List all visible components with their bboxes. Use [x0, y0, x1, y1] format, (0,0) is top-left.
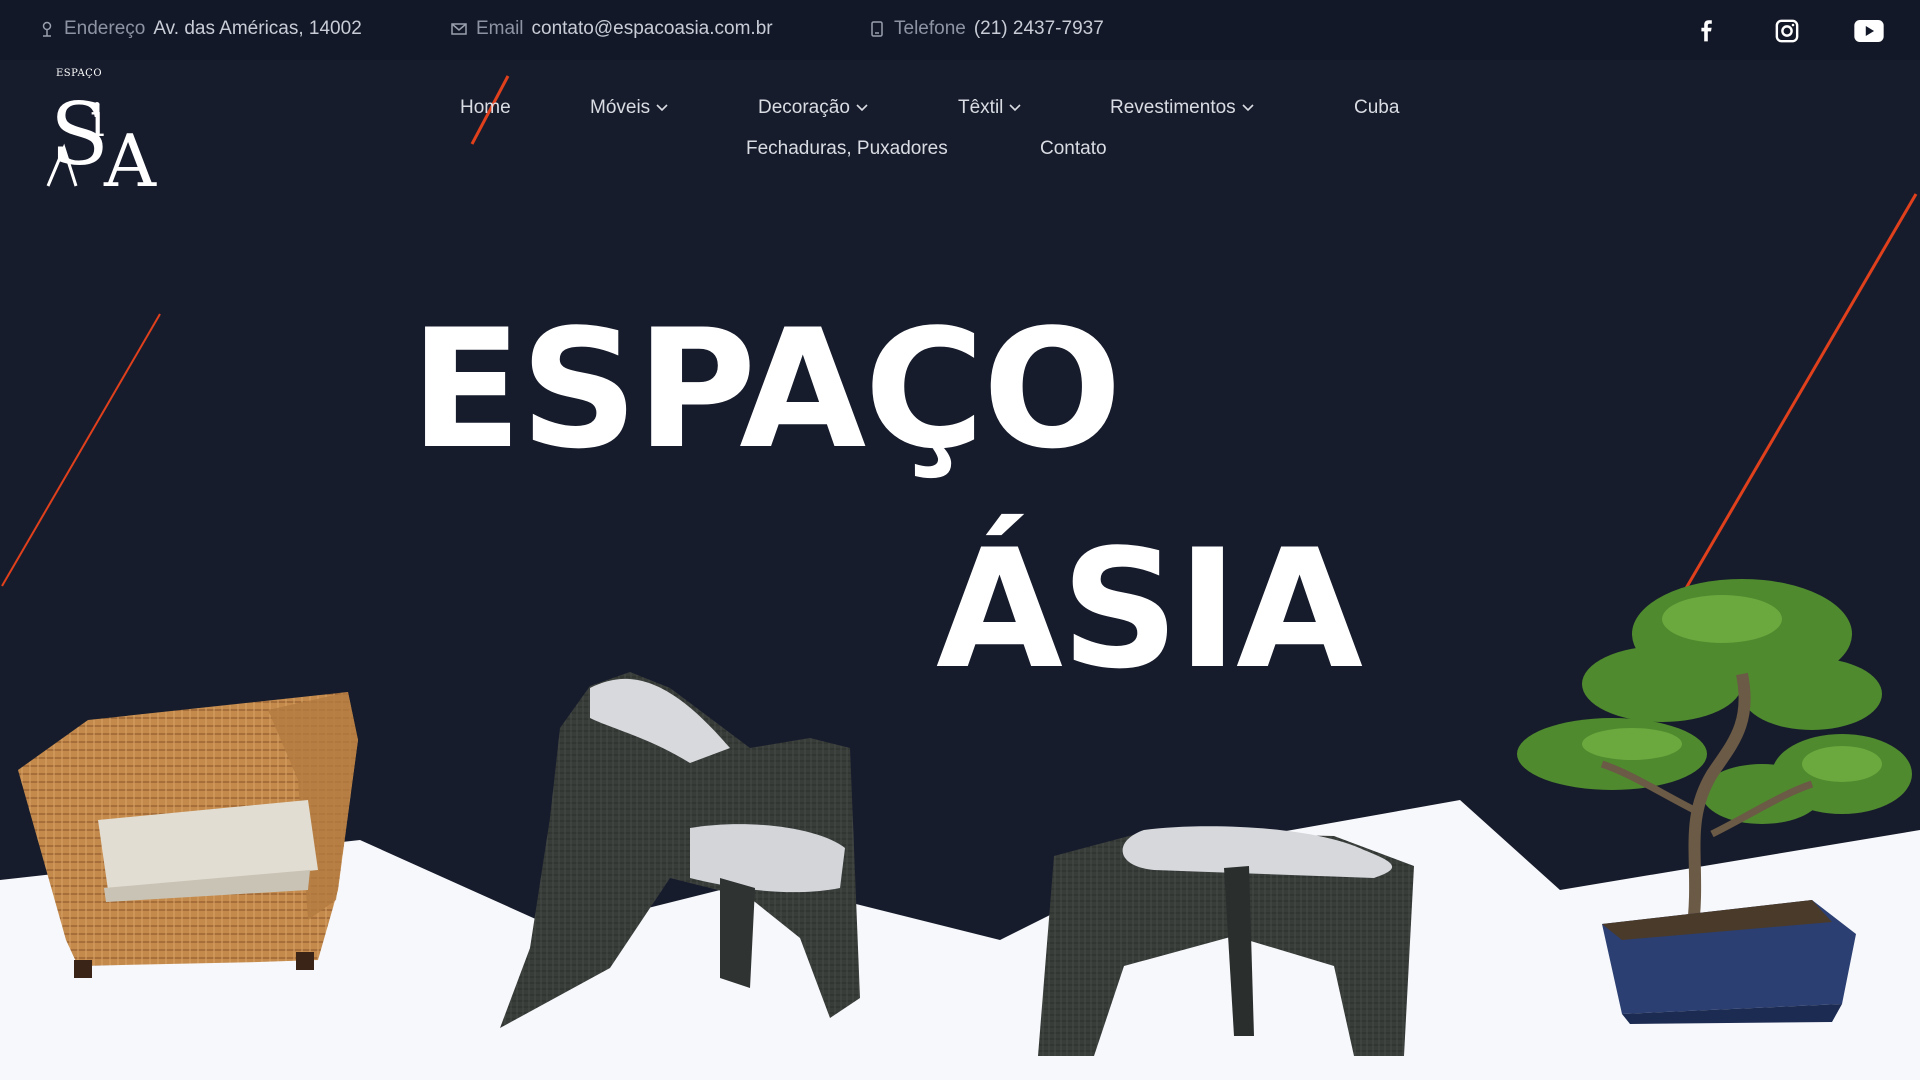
phone-icon: [871, 21, 883, 37]
nav-cuba[interactable]: Cuba: [1354, 97, 1399, 119]
nav-contato[interactable]: Contato: [1040, 138, 1107, 160]
phone-label: Telefone: [894, 18, 966, 39]
dark-lounge-chair-image: [500, 672, 860, 1028]
bonsai-tree-image: [1517, 579, 1912, 1024]
youtube-icon[interactable]: [1850, 12, 1888, 50]
chevron-down-icon: [1009, 104, 1021, 112]
email-label: Email: [476, 18, 524, 39]
location-pin-icon: [42, 21, 52, 37]
chevron-down-icon: [1242, 104, 1254, 112]
phone-value[interactable]: (21) 2437-7937: [974, 18, 1104, 40]
nav-contato-label: Contato: [1040, 138, 1107, 159]
nav-decoracao[interactable]: Decoração: [758, 97, 868, 119]
nav-home[interactable]: Home: [460, 97, 511, 119]
nav-textil[interactable]: Têxtil: [958, 97, 1021, 119]
address-value: Av. das Américas, 14002: [153, 18, 362, 39]
nav-decoracao-label: Decoração: [758, 97, 850, 118]
nav-cuba-label: Cuba: [1354, 97, 1400, 118]
ottoman-image: [1038, 826, 1414, 1056]
nav-moveis[interactable]: Móveis: [590, 97, 668, 119]
right-accent-line: [1676, 193, 1918, 603]
nav-fechaduras[interactable]: Fechaduras, Puxadores: [746, 138, 948, 160]
logo-small-text: ESPAÇO: [56, 68, 102, 79]
envelope-icon: [451, 23, 467, 35]
hero-title-line1: ESPAÇO: [410, 294, 1122, 485]
email-value[interactable]: contato@espacoasia.com.br: [532, 18, 773, 40]
email-item[interactable]: Email contato@espacoasia.com.br: [450, 18, 773, 40]
nav-home-label: Home: [460, 97, 511, 118]
logo-letter-i: i: [90, 93, 105, 147]
chevron-down-icon: [856, 104, 868, 112]
hero-title-line2: ÁSIA: [936, 514, 1363, 705]
site-logo[interactable]: ESPAÇO S i A: [46, 64, 164, 203]
rattan-armchair-image: [18, 692, 358, 978]
nav-moveis-label: Móveis: [590, 97, 651, 118]
nav-revestimentos[interactable]: Revestimentos: [1110, 97, 1254, 119]
left-accent-line: [1, 313, 161, 587]
phone-item[interactable]: Telefone (21) 2437-7937: [868, 18, 1104, 40]
facebook-icon[interactable]: [1688, 12, 1726, 50]
address-label: Endereço: [64, 18, 146, 39]
logo-letter-a: A: [103, 119, 157, 192]
top-info-bar: Endereço Av. das Américas, 14002 Email c…: [0, 0, 1920, 60]
nav-fechaduras-label: Fechaduras, Puxadores: [746, 138, 948, 159]
chevron-down-icon: [656, 104, 668, 112]
nav-revestimentos-label: Revestimentos: [1110, 97, 1236, 118]
instagram-icon[interactable]: [1768, 12, 1806, 50]
address-item: Endereço Av. das Américas, 14002: [38, 18, 362, 40]
nav-textil-label: Têxtil: [958, 97, 1004, 118]
